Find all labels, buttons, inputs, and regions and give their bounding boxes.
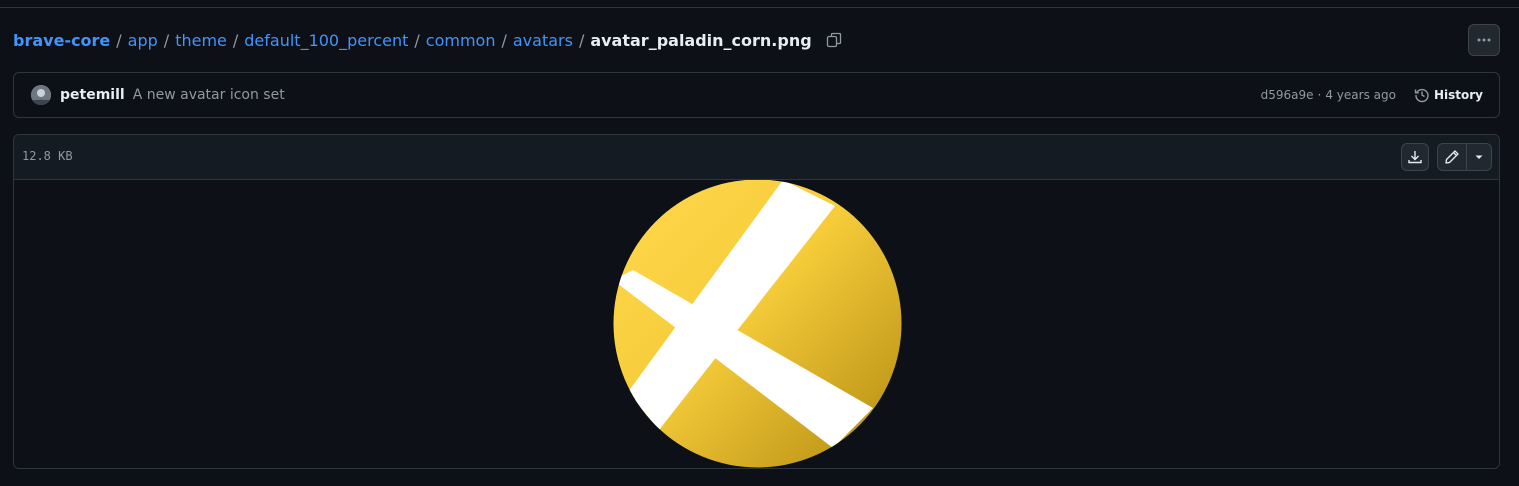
copy-icon <box>826 32 841 48</box>
edit-dropdown-button[interactable] <box>1467 144 1491 170</box>
pencil-icon <box>1445 150 1459 164</box>
commit-meta: d596a9e · 4 years ago History <box>1261 87 1483 103</box>
breadcrumb-link-app[interactable]: app <box>128 31 158 50</box>
more-options-button[interactable] <box>1468 24 1500 56</box>
top-divider <box>0 0 1519 8</box>
breadcrumb-separator: / <box>116 30 122 50</box>
breadcrumb-link-avatars[interactable]: avatars <box>513 31 573 50</box>
breadcrumb: brave-core / app / theme / default_100_p… <box>13 28 843 52</box>
history-button[interactable]: History <box>1414 87 1483 103</box>
file-size: 12.8 KB <box>22 149 73 163</box>
breadcrumb-current-file: avatar_paladin_corn.png <box>590 30 812 50</box>
copy-path-button[interactable] <box>825 31 843 49</box>
commit-author[interactable]: petemill <box>60 87 125 103</box>
breadcrumb-link-default-100-percent[interactable]: default_100_percent <box>244 31 408 50</box>
file-viewer: 12.8 KB <box>13 134 1500 469</box>
triangle-down-icon <box>1475 155 1483 159</box>
breadcrumb-separator: / <box>232 30 239 50</box>
file-header: 12.8 KB <box>14 135 1499 180</box>
avatar-paladin-corn-image <box>613 180 902 468</box>
commit-time: 4 years ago <box>1325 88 1396 102</box>
meta-separator: · <box>1317 88 1322 102</box>
commit-sha[interactable]: d596a9e <box>1261 88 1314 102</box>
breadcrumb-separator: / <box>163 30 170 50</box>
history-icon <box>1414 88 1429 103</box>
kebab-horizontal-icon <box>1477 38 1491 42</box>
download-button[interactable] <box>1401 143 1429 171</box>
breadcrumb-separator: / <box>578 30 585 50</box>
avatar[interactable] <box>31 85 51 105</box>
history-label: History <box>1433 88 1483 102</box>
breadcrumb-link-theme[interactable]: theme <box>175 31 227 50</box>
breadcrumb-separator: / <box>414 30 420 50</box>
latest-commit-bar: petemill A new avatar icon set d596a9e ·… <box>13 72 1500 118</box>
breadcrumb-repo-link[interactable]: brave-core <box>13 31 110 50</box>
download-icon <box>1408 151 1422 164</box>
image-preview-area <box>14 180 1499 468</box>
breadcrumb-separator: / <box>501 30 507 50</box>
commit-message[interactable]: A new avatar icon set <box>133 87 285 103</box>
edit-file-button[interactable] <box>1438 144 1467 170</box>
edit-button-group <box>1437 143 1492 171</box>
breadcrumb-link-common[interactable]: common <box>426 31 496 50</box>
